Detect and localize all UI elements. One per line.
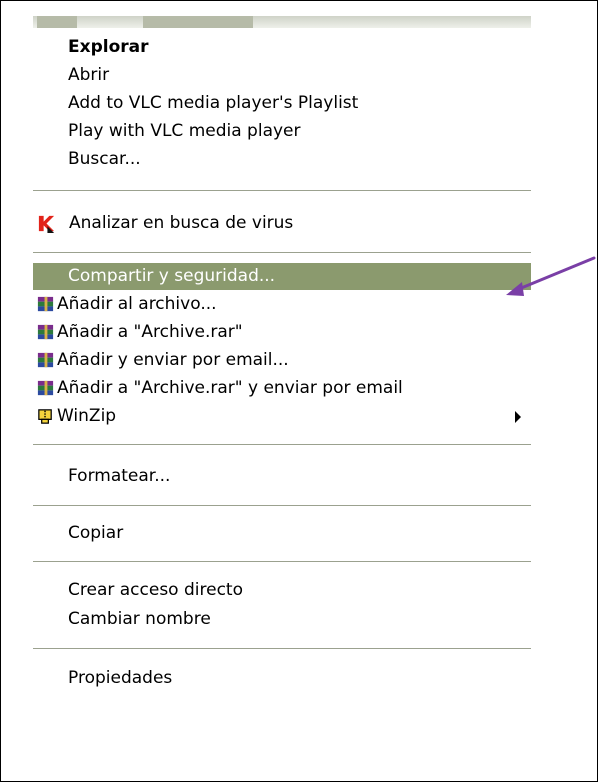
menu-item-explorar[interactable]: Explorar [33,34,531,61]
menu-item-label: Analizar en busca de virus [69,213,294,233]
menu-separator [33,648,531,650]
winrar-icon [37,296,54,312]
menu-separator [33,561,531,563]
menu-item-label: Buscar... [68,149,141,169]
menu-item-label: Add to VLC media player's Playlist [68,93,359,113]
menu-item-crear-acceso[interactable]: Crear acceso directo [33,577,531,604]
menu-item-label: Formatear... [68,466,171,486]
menu-item-copiar[interactable]: Copiar [33,520,531,547]
menu-separator [33,444,531,446]
menu-item-label: Añadir y enviar por email... [57,350,289,370]
menu-separator [33,190,531,192]
menu-item-vlc-play[interactable]: Play with VLC media player [33,118,531,145]
menu-item-buscar[interactable]: Buscar... [33,146,531,173]
menu-item-label: Añadir a "Archive.rar" y enviar por emai… [57,378,403,398]
menu-separator [33,252,531,254]
menu-item-winzip[interactable]: WinZip [33,403,531,430]
menu-item-anadir-enviar[interactable]: Añadir y enviar por email... [33,347,531,374]
menu-item-label: Copiar [68,523,124,543]
winzip-icon [38,409,52,424]
strip-segment [143,16,253,28]
menu-item-compartir[interactable]: Compartir y seguridad... [33,263,531,290]
menu-item-analizar[interactable]: Analizar en busca de virus [33,210,531,237]
menu-item-label: Abrir [68,65,110,85]
kaspersky-icon [38,215,55,233]
winrar-icon [37,352,54,368]
submenu-arrow-icon [515,411,521,423]
menu-item-label: WinZip [57,406,117,426]
strip-segment [37,16,77,28]
annotation-arrow-icon [506,256,596,296]
winrar-icon [37,324,54,340]
menu-item-label: Crear acceso directo [68,580,243,600]
menu-item-abrir[interactable]: Abrir [33,62,531,89]
menu-item-formatear[interactable]: Formatear... [33,463,531,490]
menu-item-label: Compartir y seguridad... [68,266,276,286]
menu-item-propiedades[interactable]: Propiedades [33,665,531,692]
menu-item-label: Añadir a "Archive.rar" [57,322,243,342]
menu-item-cambiar-nombre[interactable]: Cambiar nombre [33,606,531,633]
menu-item-label: Cambiar nombre [68,609,211,629]
context-menu: Explorar Abrir Add to VLC media player's… [33,28,531,774]
menu-item-label: Explorar [68,37,149,57]
winrar-icon [37,380,54,396]
menu-item-vlc-playlist[interactable]: Add to VLC media player's Playlist [33,90,531,117]
menu-item-anadir-archive-enviar[interactable]: Añadir a "Archive.rar" y enviar por emai… [33,375,531,402]
menu-item-anadir-archivo[interactable]: Añadir al archivo... [33,291,531,318]
menu-separator [33,505,531,507]
menu-item-label: Añadir al archivo... [57,294,217,314]
menu-item-label: Propiedades [68,668,173,688]
menu-item-label: Play with VLC media player [68,121,301,141]
menu-item-anadir-archive-rar[interactable]: Añadir a "Archive.rar" [33,319,531,346]
